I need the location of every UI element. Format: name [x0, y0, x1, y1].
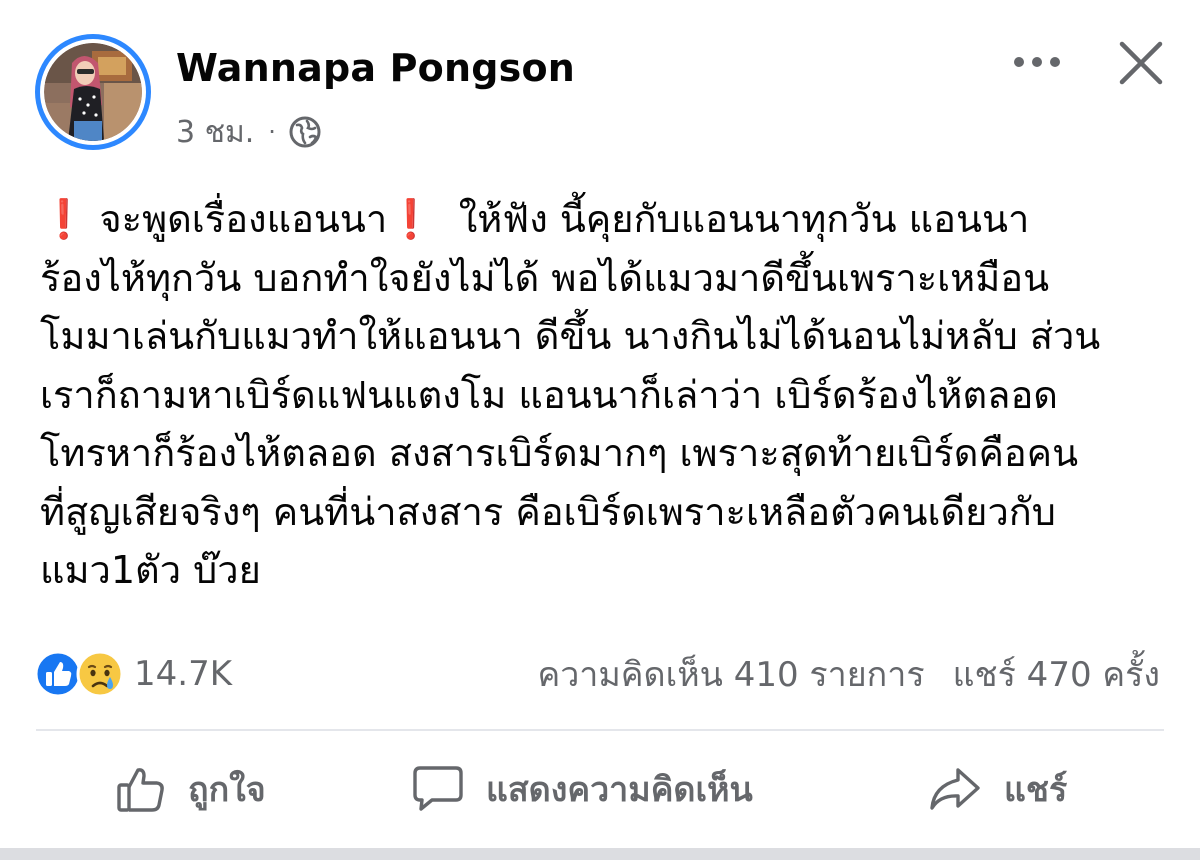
author-name[interactable]: Wannapa Pongson [176, 46, 575, 90]
like-button[interactable]: ถูกใจ [116, 756, 266, 822]
more-horizontal-icon [1014, 57, 1060, 67]
post-line: ที่สูญเสียจริงๆ คนที่น่าสงสาร คือเบิร์ดเ… [40, 489, 1056, 534]
comment-button[interactable]: แสดงความคิดเห็น [412, 756, 753, 822]
avatar-frame [40, 39, 146, 145]
avatar-photo [44, 43, 142, 141]
post-line: โมมาเล่นกับแมวทำให้แอนนา ดีขึ้น นางกินไม… [40, 314, 1101, 358]
like-button-label: ถูกใจ [188, 770, 266, 810]
post-line: ร้องไห้ทุกวัน บอกทำใจยังไม่ได้ พอได้แมวม… [40, 255, 1050, 300]
post-timestamp[interactable]: 3 ชม. [176, 109, 254, 156]
divider [36, 729, 1164, 731]
engagement-stats: ความคิดเห็น 410 รายการ แชร์ 470 ครั้ง [537, 648, 1160, 700]
comment-icon [413, 766, 463, 811]
reaction-summary[interactable]: 14.7K [34, 648, 232, 700]
reaction-count: 14.7K [134, 654, 232, 694]
thumbs-up-icon [117, 768, 164, 812]
close-icon [1119, 41, 1163, 85]
meta-separator: · [268, 118, 276, 146]
post-text-segment: ให้ฟัง นี้คุยกับแอนนาทุกวัน แอนนา [434, 197, 1030, 241]
more-options-button[interactable] [1008, 42, 1066, 82]
post-line: ❗ จะพูดเรื่องแอนนา❗ ให้ฟัง นี้คุยกับแอนน… [40, 190, 1165, 249]
sad-reaction-icon [76, 650, 124, 698]
share-button-label: แชร์ [1004, 770, 1068, 810]
post-text-segment: จะพูดเรื่องแอนนา [87, 197, 388, 241]
post-line: โทรหาก็ร้องไห้ตลอด สงสารเบิร์ดมากๆ เพราะ… [40, 431, 1079, 475]
share-arrow-icon [930, 768, 980, 810]
post-line: แมว1ตัว บ๊วย [40, 548, 261, 592]
comment-count-link[interactable]: ความคิดเห็น 410 รายการ [537, 647, 924, 701]
share-button[interactable]: แชร์ [928, 756, 1067, 822]
close-button[interactable] [1112, 34, 1170, 92]
post-card: Wannapa Pongson 3 ชม. · ❗ จะพูดเรื่องแอน… [0, 0, 1200, 848]
post-line: เราก็ถามหาเบิร์ดแฟนแตงโม แอนนาก็เล่าว่า … [40, 372, 1058, 417]
feed-separator [0, 848, 1200, 860]
post-meta: 3 ชม. · [176, 112, 322, 152]
exclamation-emoji: ❗ [387, 197, 435, 241]
comment-button-label: แสดงความคิดเห็น [486, 770, 753, 810]
globe-icon [289, 116, 321, 148]
share-count-link[interactable]: แชร์ 470 ครั้ง [953, 647, 1160, 701]
exclamation-emoji: ❗ [40, 197, 88, 241]
post-body: ❗ จะพูดเรื่องแอนนา❗ ให้ฟัง นี้คุยกับแอนน… [40, 190, 1165, 600]
like-reaction-icon [34, 650, 82, 698]
author-avatar[interactable] [35, 34, 151, 150]
